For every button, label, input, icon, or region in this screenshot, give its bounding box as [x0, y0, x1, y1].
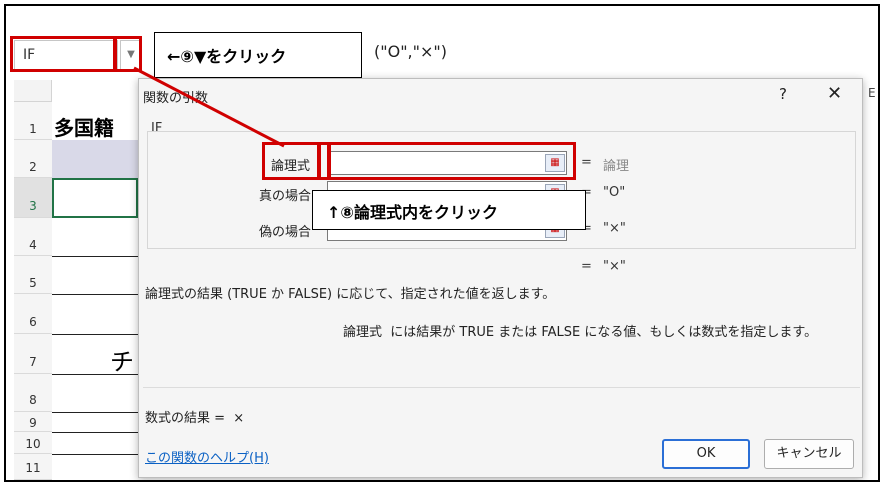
annotation-connector [133, 66, 285, 148]
screenshot-frame: IF ▼ ("O","×") E 1 2 3 4 5 6 7 8 9 10 11… [4, 4, 880, 482]
connector-line [133, 66, 285, 148]
